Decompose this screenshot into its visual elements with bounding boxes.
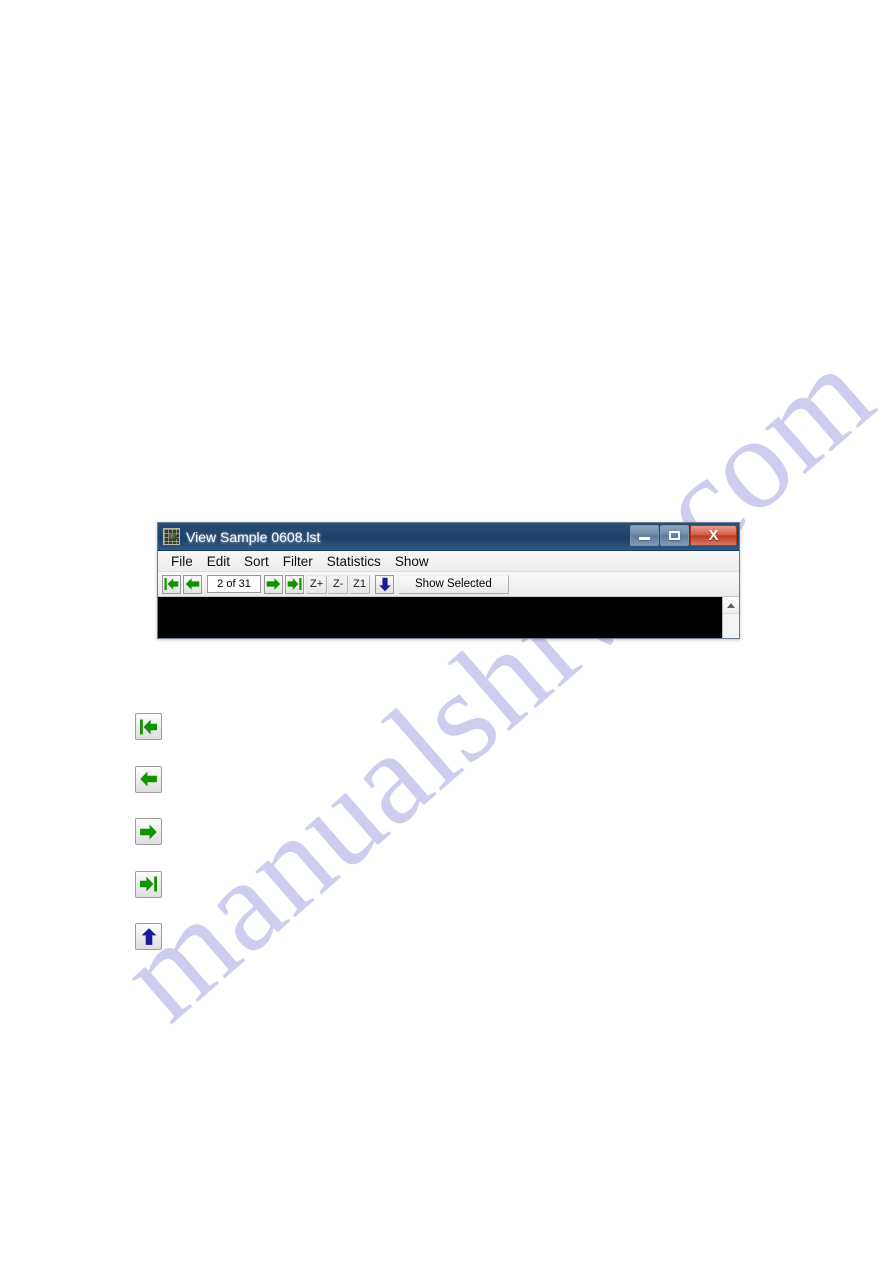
last-record-arrow-right-icon bbox=[287, 578, 302, 590]
menu-edit[interactable]: Edit bbox=[200, 552, 237, 571]
page-indicator[interactable]: 2 of 31 bbox=[207, 575, 261, 593]
blue-up-arrow-icon bbox=[141, 928, 156, 945]
zoom-reset-button[interactable]: Z1 bbox=[349, 574, 370, 594]
icon-up[interactable] bbox=[135, 923, 162, 950]
spectrum-grid-icon bbox=[163, 528, 180, 545]
scroll-up-button[interactable] bbox=[723, 597, 739, 614]
minimize-icon bbox=[639, 537, 650, 540]
next-record-arrow-right-icon bbox=[140, 824, 157, 839]
first-record-button[interactable] bbox=[162, 574, 181, 594]
zoom-in-button[interactable]: Z+ bbox=[306, 574, 328, 594]
icon-first-record[interactable] bbox=[135, 713, 162, 740]
maximize-icon bbox=[669, 530, 680, 540]
icon-legend-list bbox=[135, 713, 162, 976]
scroll-up-arrow-icon bbox=[727, 602, 735, 608]
legend-row-next-record bbox=[135, 818, 162, 871]
previous-record-arrow-left-icon bbox=[140, 771, 157, 787]
scrollbar-track[interactable] bbox=[723, 614, 739, 638]
icon-last-record[interactable] bbox=[135, 870, 162, 898]
legend-row-last-record bbox=[135, 870, 162, 924]
down-arrow-button[interactable] bbox=[375, 574, 394, 594]
menu-file[interactable]: File bbox=[164, 552, 200, 571]
first-record-arrow-left-icon bbox=[164, 578, 179, 590]
maximize-button[interactable] bbox=[660, 524, 689, 546]
content-area bbox=[158, 597, 739, 638]
window-title: View Sample 0608.lst bbox=[186, 528, 321, 545]
menu-show[interactable]: Show bbox=[388, 552, 436, 571]
legend-row-first-record bbox=[135, 713, 162, 766]
menu-filter[interactable]: Filter bbox=[276, 552, 320, 571]
blue-down-arrow-icon bbox=[378, 577, 391, 591]
menu-statistics[interactable]: Statistics bbox=[320, 552, 388, 571]
title-bar[interactable]: View Sample 0608.lst X bbox=[158, 523, 739, 551]
application-window: View Sample 0608.lst X File Edit Sort Fi… bbox=[157, 522, 740, 639]
close-icon: X bbox=[708, 526, 719, 544]
minimize-button[interactable] bbox=[630, 524, 659, 546]
icon-next-record[interactable] bbox=[135, 818, 162, 845]
menu-bar: File Edit Sort Filter Statistics Show bbox=[158, 551, 739, 572]
menu-sort[interactable]: Sort bbox=[237, 552, 276, 571]
close-button[interactable]: X bbox=[690, 524, 737, 546]
next-record-arrow-right-icon bbox=[266, 578, 281, 590]
previous-record-arrow-left-icon bbox=[185, 578, 200, 590]
watermark-text: manualshive.com bbox=[91, 318, 893, 1049]
icon-previous-record[interactable] bbox=[135, 765, 162, 793]
window-controls: X bbox=[629, 524, 737, 546]
previous-record-button[interactable] bbox=[183, 574, 202, 594]
first-record-arrow-left-icon bbox=[140, 719, 157, 734]
spectrum-canvas[interactable] bbox=[158, 597, 722, 638]
toolbar: 2 of 31 Z+ Z- Z1 Show Selected bbox=[158, 572, 739, 597]
legend-row-previous-record bbox=[135, 765, 162, 819]
zoom-out-button[interactable]: Z- bbox=[328, 574, 349, 594]
legend-row-up bbox=[135, 923, 162, 976]
last-record-button[interactable] bbox=[285, 574, 304, 594]
vertical-scrollbar[interactable] bbox=[722, 597, 739, 638]
last-record-arrow-right-icon bbox=[140, 876, 157, 892]
next-record-button[interactable] bbox=[264, 574, 283, 594]
show-selected-button[interactable]: Show Selected bbox=[398, 574, 509, 594]
